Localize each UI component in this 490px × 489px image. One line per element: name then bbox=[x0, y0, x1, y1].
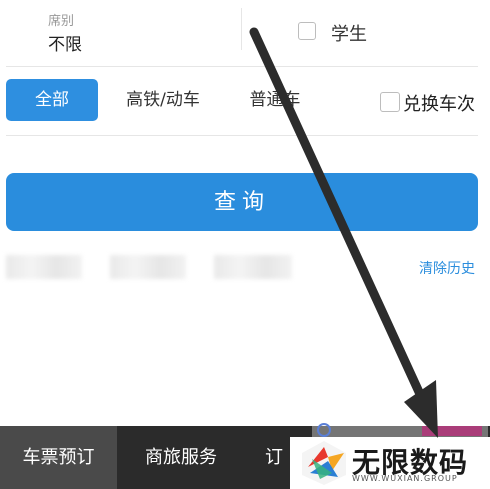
watermark-subtitle: WWW.WUXIAN.GROUP bbox=[352, 474, 458, 483]
student-checkbox[interactable] bbox=[298, 22, 316, 40]
clear-history-link[interactable]: 清除历史 bbox=[419, 258, 475, 278]
student-label[interactable]: 学生 bbox=[331, 20, 367, 46]
tab-regular[interactable]: 普通车 bbox=[232, 79, 318, 121]
nav-business-travel[interactable]: 商旅服务 bbox=[122, 426, 240, 489]
seat-row: 席别 不限 学生 bbox=[0, 0, 490, 66]
divider bbox=[6, 135, 478, 136]
divider bbox=[241, 8, 242, 50]
watermark-logo-icon bbox=[302, 441, 346, 485]
train-type-filters: 全部 高铁/动车 普通车 兑换车次 bbox=[0, 67, 490, 135]
history-item[interactable] bbox=[110, 255, 186, 279]
watermark-faded bbox=[312, 423, 488, 438]
nav-ticket-booking[interactable]: 车票预订 bbox=[0, 426, 117, 489]
seat-label: 席别 bbox=[48, 14, 75, 29]
transfer-label[interactable]: 兑换车次 bbox=[403, 90, 475, 116]
history-item[interactable] bbox=[214, 255, 292, 279]
tab-high-speed[interactable]: 高铁/动车 bbox=[112, 79, 214, 121]
tab-all[interactable]: 全部 bbox=[6, 79, 98, 121]
seat-selector[interactable]: 不限 bbox=[48, 30, 82, 55]
transfer-checkbox[interactable] bbox=[380, 92, 400, 112]
watermark: 无限数码 WWW.WUXIAN.GROUP bbox=[290, 437, 490, 489]
history-item[interactable] bbox=[6, 255, 82, 279]
query-button[interactable]: 查询 bbox=[6, 173, 478, 231]
